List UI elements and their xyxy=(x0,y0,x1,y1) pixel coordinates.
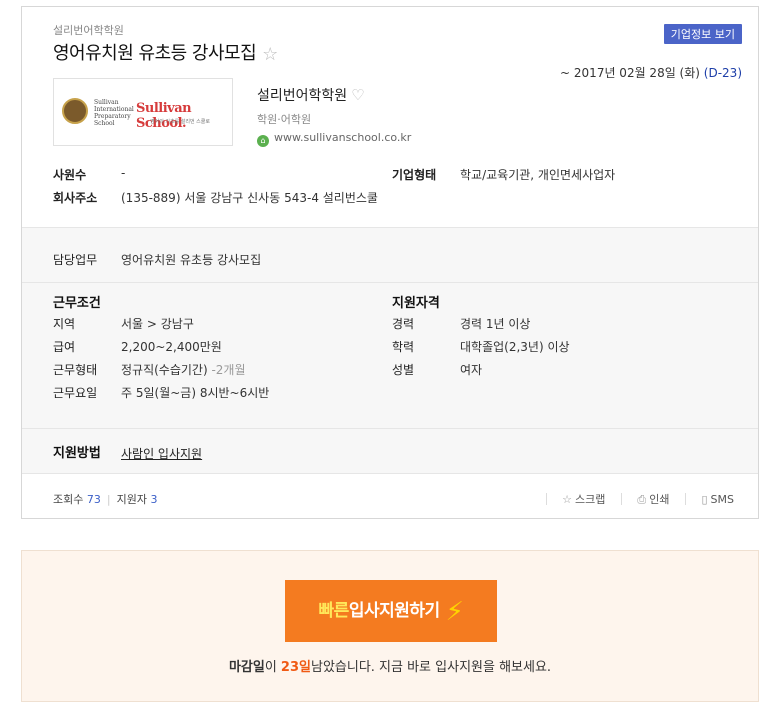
heart-icon[interactable]: ♡ xyxy=(351,86,364,104)
printer-icon: ⎙ xyxy=(637,493,647,506)
condition-label-salary: 급여 xyxy=(53,340,76,354)
company-logo[interactable]: Sullivan International Preparatory Schoo… xyxy=(53,78,233,146)
quick-apply-label: 입사지원하기 xyxy=(348,601,440,621)
sms-button[interactable]: ▯ SMS xyxy=(701,493,734,506)
tools-separator xyxy=(684,493,686,505)
condition-value-days: 주 5일(월~금) 8시반~6시반 xyxy=(121,386,270,400)
duty-label: 담당업무 xyxy=(53,253,98,267)
sms-label: SMS xyxy=(710,493,734,506)
condition-type-text: 정규직(수습기간) xyxy=(121,363,208,377)
star-icon[interactable]: ☆ xyxy=(262,44,278,65)
deadline-message: 마감일이 23일남았습니다. 지금 바로 입사지원을 해보세요. xyxy=(22,656,758,675)
qual-label-education: 학력 xyxy=(392,340,415,354)
deadline: ~ 2017년 02월 28일 (화) (D-23) xyxy=(560,64,742,81)
quick-apply-highlight: 빠른 xyxy=(318,601,350,621)
msg-mid: 이 xyxy=(264,660,281,675)
home-icon: ⌂ xyxy=(257,135,269,147)
dday-badge: (D-23) xyxy=(703,66,742,80)
logo-crest-text: Sullivan International Preparatory Schoo… xyxy=(94,99,134,127)
condition-label-days: 근무요일 xyxy=(53,386,98,400)
address-label: 회사주소 xyxy=(53,191,98,205)
qualifications-title: 지원자격 xyxy=(392,296,440,311)
apply-method-label: 지원방법 xyxy=(53,446,101,461)
crest-icon xyxy=(62,98,88,124)
logo-subtext: 영어의 기초를 설리번 스쿨로 xyxy=(150,119,210,125)
company-type-label: 기업형태 xyxy=(392,168,437,182)
company-info-button[interactable]: 기업정보 보기 xyxy=(663,24,742,44)
company-type-value: 학교/교육기관, 개인면세사업자 xyxy=(460,168,616,182)
job-posting-card: 설리번어학학원 영어유치원 유초등 강사모집 ☆ 기업정보 보기 ~ 2017년 … xyxy=(21,6,759,519)
divider xyxy=(22,428,758,429)
condition-type-note: -2개월 xyxy=(207,363,246,377)
applicants-label: 지원자 xyxy=(116,493,147,506)
qual-value-education: 대학졸업(2,3년) 이상 xyxy=(460,340,570,354)
print-label: 인쇄 xyxy=(649,493,670,506)
job-title: 영어유치원 유초등 강사모집 ☆ xyxy=(53,39,278,65)
views-count: 73 xyxy=(86,493,101,506)
qual-value-gender: 여자 xyxy=(460,363,483,377)
deadline-date: ~ 2017년 02월 28일 (화) xyxy=(560,66,700,80)
tools-separator xyxy=(620,493,622,505)
company-name: 설리번어학학원 ♡ xyxy=(257,85,365,105)
apply-method-link[interactable]: 사람인 입사지원 xyxy=(121,445,202,462)
job-title-text: 영어유치원 유초등 강사모집 xyxy=(53,43,257,64)
qual-label-gender: 성별 xyxy=(392,363,415,377)
condition-label-type: 근무형태 xyxy=(53,363,98,377)
employees-value: - xyxy=(121,166,126,180)
stats: 조회수 73 | 지원자 3 xyxy=(53,491,157,507)
msg-days: 23일 xyxy=(280,660,311,675)
divider xyxy=(22,473,758,474)
logo-text: Sullivan School. xyxy=(136,101,192,131)
condition-value-salary: 2,200~2,400만원 xyxy=(121,340,222,354)
tools-separator xyxy=(545,493,547,505)
condition-value-type: 정규직(수습기간) -2개월 xyxy=(121,361,246,378)
company-name-small[interactable]: 설리번어학학원 xyxy=(53,22,124,38)
applicants-count: 3 xyxy=(150,493,158,506)
company-name-text[interactable]: 설리번어학학원 xyxy=(257,88,347,104)
stats-separator: | xyxy=(106,493,111,506)
phone-icon: ▯ xyxy=(701,493,708,506)
company-url-text[interactable]: www.sullivanschool.co.kr xyxy=(274,131,411,144)
tools: ☆ 스크랩 ⎙ 인쇄 ▯ SMS xyxy=(534,491,734,507)
star-icon: ☆ xyxy=(562,493,573,506)
qual-label-career: 경력 xyxy=(392,317,415,331)
address-value: (135-889) 서울 강남구 신사동 543-4 설리번스쿨 xyxy=(121,191,378,205)
lightning-icon: ⚡ xyxy=(445,597,464,627)
print-button[interactable]: ⎙ 인쇄 xyxy=(637,491,669,507)
scrap-label: 스크랩 xyxy=(575,493,606,506)
conditions-title: 근무조건 xyxy=(53,296,101,311)
msg-deadline-word: 마감일 xyxy=(228,660,265,675)
views-label: 조회수 xyxy=(53,493,84,506)
details-area: 담당업무 영어유치원 유초등 강사모집 근무조건 지역 서울 > 강남구 급여 … xyxy=(22,227,758,474)
qual-value-career: 경력 1년 이상 xyxy=(460,317,531,331)
company-url[interactable]: ⌂ www.sullivanschool.co.kr xyxy=(257,131,411,147)
msg-rest: 남았습니다. 지금 바로 입사지원을 해보세요. xyxy=(310,660,552,675)
employees-label: 사원수 xyxy=(53,168,87,182)
company-category: 학원·어학원 xyxy=(257,113,312,126)
quick-apply-button[interactable]: 빠른입사지원하기 ⚡ xyxy=(285,580,497,642)
condition-value-region: 서울 > 강남구 xyxy=(121,317,194,331)
divider xyxy=(22,282,758,283)
quick-apply-box: 빠른입사지원하기 ⚡ 마감일이 23일남았습니다. 지금 바로 입사지원을 해보세… xyxy=(21,550,759,702)
duty-value: 영어유치원 유초등 강사모집 xyxy=(121,253,262,267)
condition-label-region: 지역 xyxy=(53,317,76,331)
scrap-button[interactable]: ☆ 스크랩 xyxy=(562,491,605,507)
